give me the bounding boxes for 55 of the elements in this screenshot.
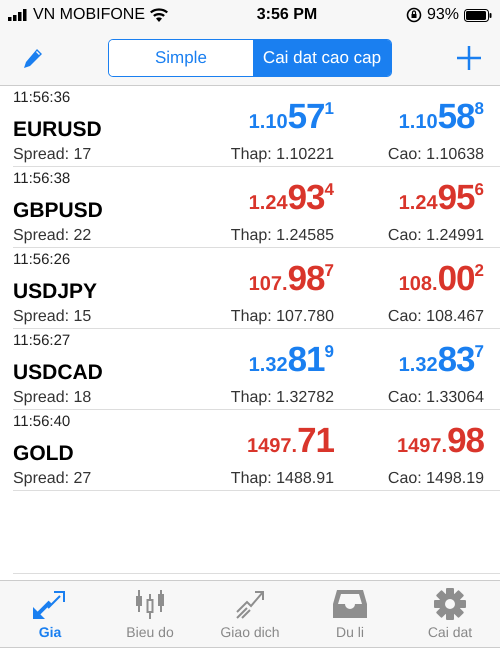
- ask-price: 108.00$^{2}$: [398, 258, 484, 300]
- quote-time: 11:56:27: [13, 332, 72, 349]
- high-price: Cao: 1.24991: [386, 227, 484, 245]
- symbol-name: USDCAD: [13, 361, 104, 385]
- high-price: Cao: 1.10638: [386, 146, 484, 164]
- spread-text: Spread: 17: [13, 146, 92, 164]
- tab-bar-item[interactable]: Gia: [0, 581, 100, 647]
- arrows-icon: [32, 588, 68, 620]
- low-price: Thap: 1.24585: [230, 227, 334, 245]
- clock-time: 3:56 PM: [256, 6, 318, 24]
- bid-price: 1.1057$^{1}$: [248, 96, 334, 138]
- spread-text: Spread: 22: [13, 227, 92, 245]
- ask-price: 1497.98: [396, 423, 484, 462]
- tab-bar-item[interactable]: Giao dich: [200, 581, 300, 647]
- add-icon[interactable]: [456, 44, 482, 70]
- carrier-name: VN MOBIFONE: [33, 6, 146, 24]
- pencil-icon[interactable]: [22, 46, 44, 68]
- quote-time: 11:56:38: [13, 170, 72, 187]
- bid-price: 1.3281$^{9}$: [248, 339, 334, 381]
- rotation-lock-icon: [406, 7, 422, 23]
- bid-price: 107.98$^{7}$: [248, 258, 334, 300]
- high-price: Cao: 1.33064: [386, 389, 484, 407]
- battery-icon: [464, 8, 492, 22]
- segment-tab[interactable]: Simple: [108, 40, 253, 76]
- tab-bar-item[interactable]: Bieu do: [100, 581, 200, 647]
- quote-time: 11:56:26: [13, 251, 72, 268]
- tab-bar-item[interactable]: Cai dat: [400, 581, 500, 647]
- spread-text: Spread: 15: [13, 308, 92, 326]
- inbox-icon: [333, 588, 367, 620]
- signal-icon: [8, 9, 28, 21]
- high-price: Cao: 1498.19: [386, 470, 484, 488]
- quote-time: 11:56:36: [13, 89, 72, 106]
- candlestick-icon: [133, 588, 167, 620]
- low-price: Thap: 1.32782: [230, 389, 334, 407]
- battery-percent: 93%: [426, 6, 459, 24]
- spread-text: Spread: 18: [13, 389, 92, 407]
- low-price: Thap: 107.780: [230, 308, 334, 326]
- ask-price: 1.2495$^{6}$: [398, 177, 484, 219]
- symbol-name: EURUSD: [13, 118, 103, 142]
- low-price: Thap: 1.10221: [230, 146, 334, 164]
- symbol-name: USDJPY: [13, 280, 98, 304]
- bid-price: 1.2493$^{4}$: [248, 177, 334, 219]
- tab-bar-item[interactable]: Du li: [300, 581, 400, 647]
- bid-price: 1497.71: [246, 423, 334, 462]
- ask-price: 1.1058$^{8}$: [398, 96, 484, 138]
- low-price: Thap: 1488.91: [230, 470, 334, 488]
- quote-time: 11:56:40: [13, 413, 72, 430]
- wifi-icon: [150, 8, 168, 22]
- settings-icon: [433, 588, 467, 620]
- ask-price: 1.3283$^{7}$: [398, 339, 484, 381]
- segment-tab[interactable]: Cai dat cao cap: [252, 40, 392, 76]
- symbol-name: GOLD: [13, 442, 75, 466]
- symbol-name: GBPUSD: [13, 199, 104, 223]
- spread-text: Spread: 27: [13, 470, 92, 488]
- high-price: Cao: 108.467: [386, 308, 484, 326]
